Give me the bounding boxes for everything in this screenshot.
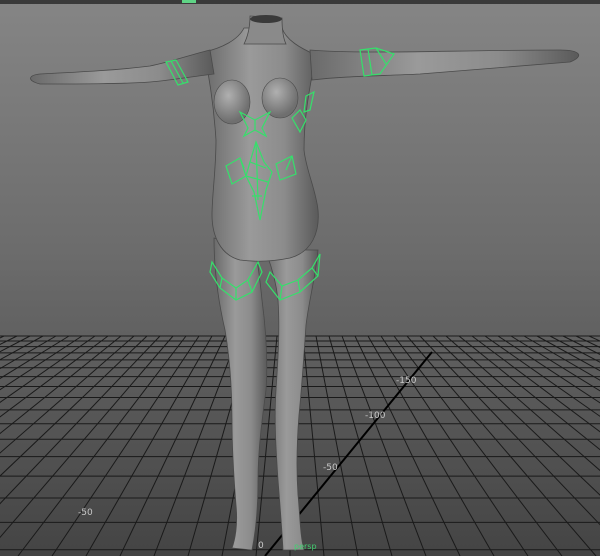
grid-line <box>445 335 600 472</box>
grid-line <box>0 335 70 380</box>
grid-label: -50 <box>323 463 338 473</box>
grid-label: 0 <box>258 541 264 551</box>
grid-label: -100 <box>365 411 386 421</box>
grid-line <box>51 335 200 556</box>
grid-line <box>0 335 5 339</box>
grid-line <box>458 335 600 451</box>
grid-label: -150 <box>396 376 417 386</box>
3d-viewport[interactable]: -50 0 -50 -100 -150 persp <box>0 0 600 556</box>
right-breast[interactable] <box>261 77 299 119</box>
grid-line <box>380 335 529 556</box>
right-arm[interactable] <box>309 49 580 81</box>
grid-label: -50 <box>78 508 93 518</box>
grid-line <box>354 335 461 556</box>
grid-line <box>0 335 122 435</box>
grid-line <box>17 335 187 556</box>
grid-line <box>0 335 174 539</box>
left-breast[interactable] <box>213 79 251 125</box>
torso[interactable] <box>203 27 319 262</box>
grid-line <box>0 335 44 361</box>
grid-line <box>0 335 135 454</box>
grid-line <box>328 335 393 556</box>
grid-line <box>302 335 325 556</box>
grid-line <box>549 335 600 363</box>
grid-line <box>367 335 495 556</box>
grid-line <box>153 335 239 556</box>
grid-line <box>119 335 226 556</box>
camera-label: persp <box>294 542 317 551</box>
grid-line <box>315 335 359 556</box>
grid-line <box>484 335 600 417</box>
grid-line <box>523 335 600 381</box>
grid-line <box>419 335 600 526</box>
viewport-canvas[interactable]: -50 0 -50 -100 -150 persp <box>0 0 600 556</box>
grid-line <box>536 335 600 372</box>
grid-line <box>406 335 597 556</box>
neck-cap <box>250 15 282 23</box>
grid-line <box>85 335 213 556</box>
